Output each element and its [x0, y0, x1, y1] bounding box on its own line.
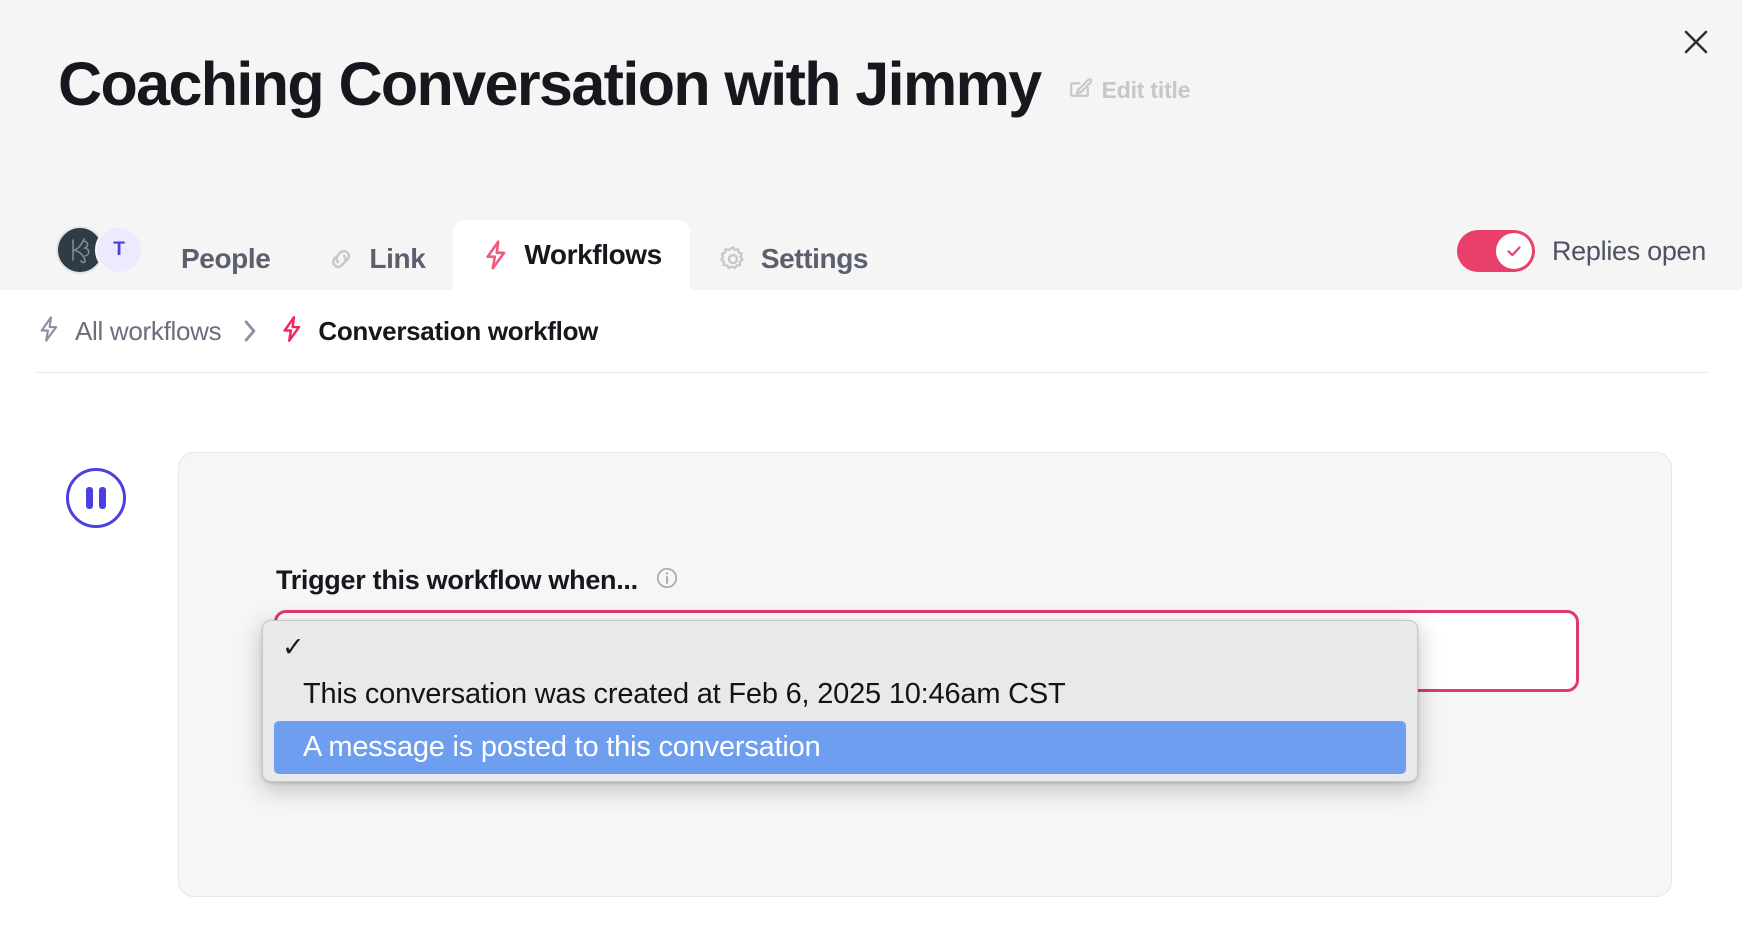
tab-link[interactable]: Link: [298, 228, 453, 290]
gear-icon: [718, 244, 748, 274]
tab-link-label: Link: [369, 243, 426, 274]
tab-people[interactable]: People: [153, 228, 298, 290]
tab-workflows-label: Workflows: [524, 239, 662, 270]
page-title: Coaching Conversation with Jimmy: [58, 50, 1042, 118]
info-circle-icon[interactable]: [655, 566, 679, 595]
pause-bars: [86, 487, 106, 509]
chevron-right-icon: [241, 318, 259, 344]
lightning-bolt-icon: [481, 239, 511, 271]
trigger-label: Trigger this workflow when...: [276, 565, 638, 595]
edit-title-button[interactable]: Edit title: [1067, 75, 1191, 118]
participant-avatar[interactable]: T: [95, 226, 143, 274]
tab-bar: T People Link Workflows Settings Replies…: [0, 210, 1742, 290]
toggle-knob: [1495, 233, 1532, 269]
tab-settings[interactable]: Settings: [690, 228, 896, 290]
close-icon[interactable]: [1676, 22, 1716, 62]
workflow-modal: Coaching Conversation with Jimmy Edit ti…: [0, 0, 1742, 948]
avatar-group[interactable]: T: [56, 226, 143, 274]
pause-circle-icon[interactable]: [66, 468, 126, 528]
dropdown-check-row[interactable]: ✓: [263, 626, 1417, 668]
trigger-dropdown-menu[interactable]: ✓ This conversation was created at Feb 6…: [262, 620, 1418, 782]
lightning-bolt-icon: [36, 315, 62, 348]
breadcrumb-conversation-workflow-label: Conversation workflow: [318, 315, 599, 346]
pencil-square-icon: [1067, 75, 1092, 105]
modal-header: Coaching Conversation with Jimmy Edit ti…: [0, 0, 1742, 290]
tab-people-label: People: [181, 243, 271, 274]
link-icon: [326, 244, 356, 274]
breadcrumb-item-conversation-workflow: Conversation workflow: [279, 315, 598, 348]
breadcrumb-item-all-workflows[interactable]: All workflows: [36, 315, 222, 348]
replies-open-toggle[interactable]: [1456, 230, 1535, 272]
tab-settings-label: Settings: [760, 243, 869, 274]
edit-title-label: Edit title: [1101, 76, 1191, 103]
breadcrumb: All workflows Conversation workflow: [36, 310, 598, 352]
lightning-bolt-icon: [279, 315, 305, 348]
title-row: Coaching Conversation with Jimmy Edit ti…: [58, 50, 1191, 118]
replies-open-label: Replies open: [1551, 235, 1706, 266]
replies-open-control[interactable]: Replies open: [1456, 230, 1706, 272]
trigger-label-row: Trigger this workflow when...: [276, 565, 679, 596]
header-divider: [36, 372, 1708, 373]
dropdown-option-conversation-created[interactable]: This conversation was created at Feb 6, …: [263, 668, 1417, 721]
tab-workflows[interactable]: Workflows: [453, 220, 690, 290]
dropdown-option-message-posted[interactable]: A message is posted to this conversation: [274, 721, 1406, 774]
breadcrumb-all-workflows-label: All workflows: [75, 315, 222, 346]
